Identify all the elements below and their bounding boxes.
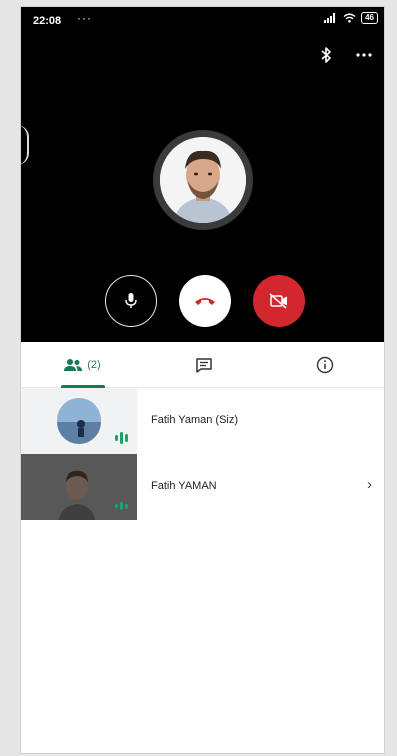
- microphone-button[interactable]: [105, 275, 157, 327]
- tab-bar: (2): [21, 342, 384, 388]
- bluetooth-icon[interactable]: [320, 47, 332, 63]
- signal-icon: [324, 13, 336, 23]
- participant-name: Fatih YAMAN: [151, 480, 217, 492]
- hang-up-button[interactable]: [179, 275, 231, 327]
- speaking-indicator-icon: [115, 502, 128, 510]
- battery-icon: 46: [361, 12, 378, 24]
- status-notification-dots: ···: [77, 11, 92, 25]
- info-icon: [316, 356, 334, 374]
- participant-thumbnail: [21, 388, 137, 454]
- side-swipe-indicator: [21, 125, 29, 165]
- call-video-area: 22:08 ··· 46: [21, 7, 384, 342]
- participant-row[interactable]: Fatih YAMAN ›: [21, 454, 384, 520]
- status-time: 22:08: [33, 15, 62, 27]
- people-count: (2): [87, 359, 101, 371]
- camera-off-icon: [269, 293, 287, 309]
- people-icon: [64, 359, 83, 371]
- chevron-right-icon[interactable]: ›: [367, 476, 372, 493]
- caller-avatar: [153, 130, 253, 230]
- call-top-actions: [320, 47, 372, 63]
- status-icons: 46: [324, 12, 378, 24]
- chat-icon: [195, 358, 212, 373]
- microphone-icon: [125, 293, 137, 308]
- tab-info[interactable]: [264, 342, 384, 388]
- avatar-photo: [160, 137, 246, 223]
- more-options-icon[interactable]: [356, 53, 372, 57]
- participant-row[interactable]: Fatih Yaman (Siz): [21, 388, 384, 454]
- camera-toggle-button[interactable]: [253, 275, 305, 327]
- tab-people[interactable]: (2): [21, 342, 143, 388]
- status-bar: 22:08 ··· 46: [21, 7, 384, 33]
- participant-name: Fatih Yaman (Siz): [151, 414, 239, 426]
- participant-thumbnail: [21, 454, 137, 520]
- meet-app-screen: 22:08 ··· 46 (2) Fatih Yaman (Siz) Fatih…: [20, 6, 385, 754]
- speaking-indicator-icon: [115, 432, 128, 444]
- hang-up-icon: [195, 298, 215, 305]
- wifi-icon: [343, 13, 356, 23]
- tab-chat[interactable]: [143, 342, 264, 388]
